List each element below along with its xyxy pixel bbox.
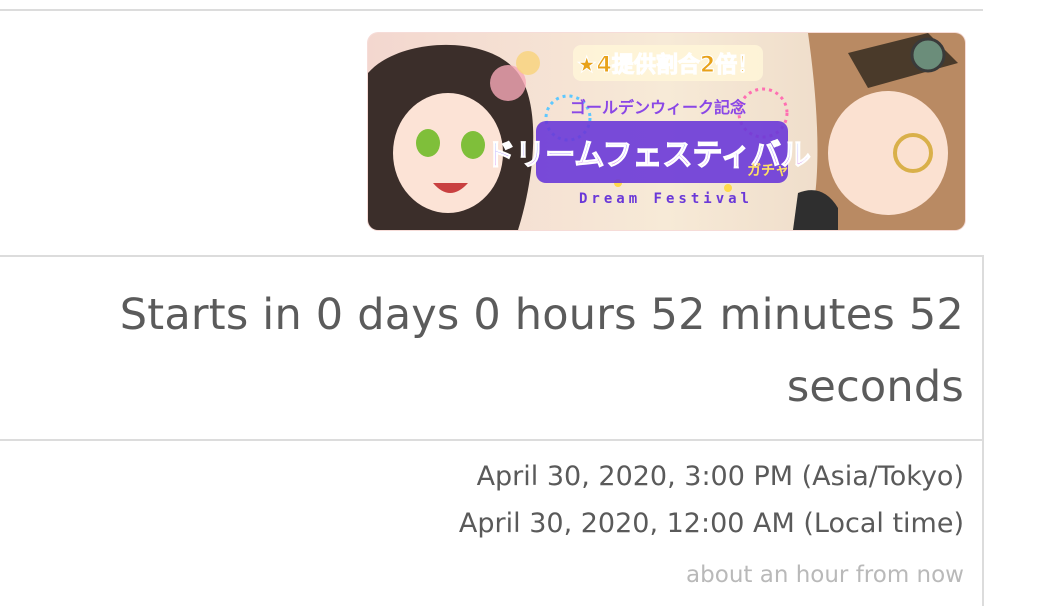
- banner-artwork: ★4提供割合2倍！ ゴールデンウィーク記念 ドリームフェスティバル ガチャ Dr…: [368, 33, 965, 230]
- dates-panel: April 30, 2020, 3:00 PM (Asia/Tokyo) Apr…: [0, 439, 984, 606]
- banner-english-title: Dream Festival: [579, 191, 753, 207]
- countdown-text: Starts in 0 days 0 hours 52 minutes 52 s…: [119, 290, 964, 412]
- countdown-panel: Starts in 0 days 0 hours 52 minutes 52 s…: [0, 255, 984, 441]
- banner-badge-text: ★4提供割合2倍！: [577, 52, 759, 78]
- top-divider: [0, 9, 983, 11]
- character-right-art: [793, 33, 965, 230]
- start-date-tokyo: April 30, 2020, 3:00 PM (Asia/Tokyo): [476, 461, 964, 492]
- relative-time-text: about an hour from now: [686, 562, 964, 588]
- event-detail-page: ★4提供割合2倍！ ゴールデンウィーク記念 ドリームフェスティバル ガチャ Dr…: [0, 0, 1056, 606]
- start-date-local: April 30, 2020, 12:00 AM (Local time): [458, 508, 964, 539]
- gacha-banner-image[interactable]: ★4提供割合2倍！ ゴールデンウィーク記念 ドリームフェスティバル ガチャ Dr…: [368, 33, 965, 230]
- banner-gacha-label: ガチャ: [747, 163, 789, 179]
- banner-subtitle: ゴールデンウィーク記念: [570, 98, 747, 117]
